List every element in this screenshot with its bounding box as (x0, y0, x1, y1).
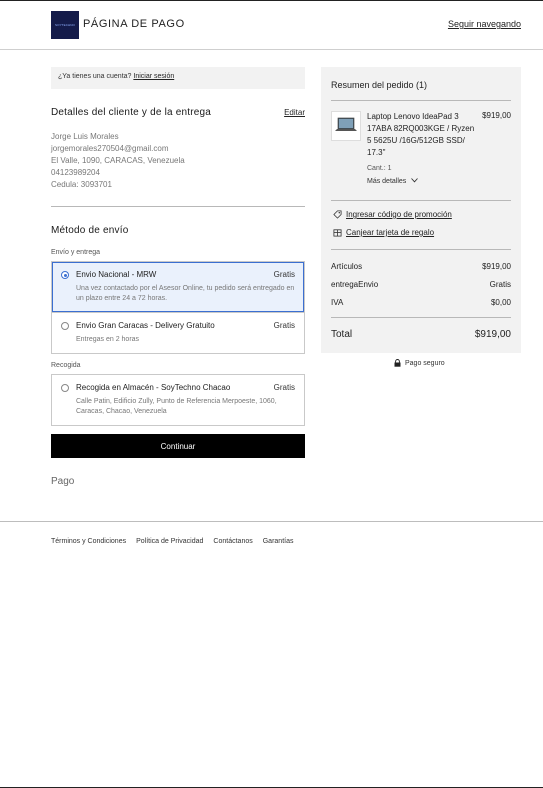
shipping-option-caracas[interactable]: Envio Gran Caracas - Delivery Gratuito G… (52, 312, 304, 353)
summary-total: Total $919,00 (331, 329, 511, 340)
header: SOYTECHNO PÁGINA DE PAGO Seguir navegand… (0, 0, 543, 50)
promo-code-link[interactable]: Ingresar código de promoción (333, 210, 452, 219)
radio-selected-icon[interactable] (61, 271, 69, 279)
lock-icon (394, 359, 401, 367)
secure-payment-label: Pago seguro (405, 359, 445, 367)
footer-link-privacy[interactable]: Política de Privacidad (136, 538, 203, 545)
footer-divider (0, 521, 543, 522)
continue-button[interactable]: Continuar (51, 434, 305, 458)
footer-links: Términos y Condiciones Política de Priva… (51, 538, 293, 545)
payment-section-title: Pago (51, 476, 75, 487)
pickup-label: Recogida (51, 362, 81, 369)
summary-title: Resumen del pedido (1) (331, 80, 428, 90)
customer-address: El Valle, 1090, CARACAS, Venezuela (51, 156, 185, 165)
store-logo[interactable]: SOYTECHNO (51, 11, 79, 39)
product-name: Laptop Lenovo IdeaPad 3 17ABA 82RQ003KGE… (367, 112, 475, 157)
row-value: Gratis (489, 280, 511, 289)
more-details-label: Más detalles (367, 178, 407, 185)
login-question: ¿Ya tienes una cuenta? (58, 73, 132, 80)
gift-card-link[interactable]: Canjear tarjeta de regalo (333, 228, 434, 237)
promo-code-label: Ingresar código de promoción (346, 210, 452, 219)
secure-payment-note: Pago seguro (394, 359, 445, 367)
option-price: Gratis (273, 270, 295, 279)
summary-divider (331, 100, 511, 101)
shipping-section-title: Método de envío (51, 225, 129, 236)
summary-divider (331, 249, 511, 250)
delivery-label: Envío y entrega (51, 249, 101, 256)
product-price: $919,00 (482, 111, 511, 120)
footer-link-contact[interactable]: Contáctanos (213, 538, 252, 545)
logo-text: SOYTECHNO (55, 23, 75, 27)
total-label: Total (331, 329, 353, 340)
customer-info: Jorge Luis Morales jorgemorales270504@gm… (51, 131, 185, 191)
shipping-option-mrw[interactable]: Envio Nacional - MRW Gratis Una vez cont… (52, 262, 304, 312)
option-desc: Entregas en 2 horas (76, 336, 140, 343)
option-desc: Una vez contactado por el Asesor Online,… (76, 285, 295, 302)
login-link[interactable]: Iniciar sesión (133, 73, 174, 80)
laptop-icon (335, 117, 357, 131)
footer-link-warranty[interactable]: Garantías (263, 538, 294, 545)
chevron-down-icon (411, 178, 419, 183)
continue-shopping-link[interactable]: Seguir navegando (448, 19, 521, 29)
section-divider (51, 206, 305, 207)
option-name: Envio Gran Caracas - Delivery Gratuito (76, 321, 215, 330)
product-qty: Cant.: 1 (367, 165, 392, 172)
delivery-options: Envio Nacional - MRW Gratis Una vez cont… (51, 261, 305, 354)
radio-icon[interactable] (61, 322, 69, 330)
radio-icon[interactable] (61, 384, 69, 392)
pickup-option-chacao[interactable]: Recogida en Almacén - SoyTechno Chacao G… (52, 375, 304, 425)
option-desc: Calle Patin, Edificio Zully, Punto de Re… (76, 398, 277, 415)
customer-section-title: Detalles del cliente y de la entrega (51, 107, 212, 118)
summary-row-shipping: entregaEnvio Gratis (331, 280, 511, 289)
page-title: PÁGINA DE PAGO (83, 18, 185, 30)
row-label: IVA (331, 298, 344, 307)
summary-row-tax: IVA $0,00 (331, 298, 511, 307)
total-value: $919,00 (474, 329, 511, 340)
pickup-options: Recogida en Almacén - SoyTechno Chacao G… (51, 374, 305, 426)
login-bar: ¿Ya tienes una cuenta? Iniciar sesión (51, 67, 305, 89)
row-value: $0,00 (490, 298, 511, 307)
customer-name: Jorge Luis Morales (51, 132, 119, 141)
option-price: Gratis (273, 321, 295, 330)
row-label: entregaEnvio (331, 280, 379, 289)
row-label: Artículos (331, 262, 363, 271)
edit-customer-link[interactable]: Editar (284, 108, 305, 117)
product-thumbnail[interactable] (331, 111, 361, 141)
gift-card-icon (333, 229, 342, 237)
row-value: $919,00 (482, 262, 511, 271)
customer-cedula: Cedula: 3093701 (51, 180, 112, 189)
order-summary: Resumen del pedido (1) Laptop Lenovo Ide… (321, 67, 521, 353)
summary-row-items: Artículos $919,00 (331, 262, 511, 271)
footer-link-terms[interactable]: Términos y Condiciones (51, 538, 126, 545)
customer-phone: 04123989204 (51, 168, 100, 177)
option-price: Gratis (273, 383, 295, 392)
more-details-toggle[interactable]: Más detalles (367, 178, 419, 185)
option-name: Recogida en Almacén - SoyTechno Chacao (76, 383, 231, 392)
tag-icon (333, 210, 342, 219)
option-name: Envio Nacional - MRW (76, 270, 157, 279)
customer-email: jorgemorales270504@gmail.com (51, 144, 169, 153)
summary-divider (331, 200, 511, 201)
summary-divider (331, 317, 511, 318)
gift-card-label: Canjear tarjeta de regalo (346, 228, 435, 237)
